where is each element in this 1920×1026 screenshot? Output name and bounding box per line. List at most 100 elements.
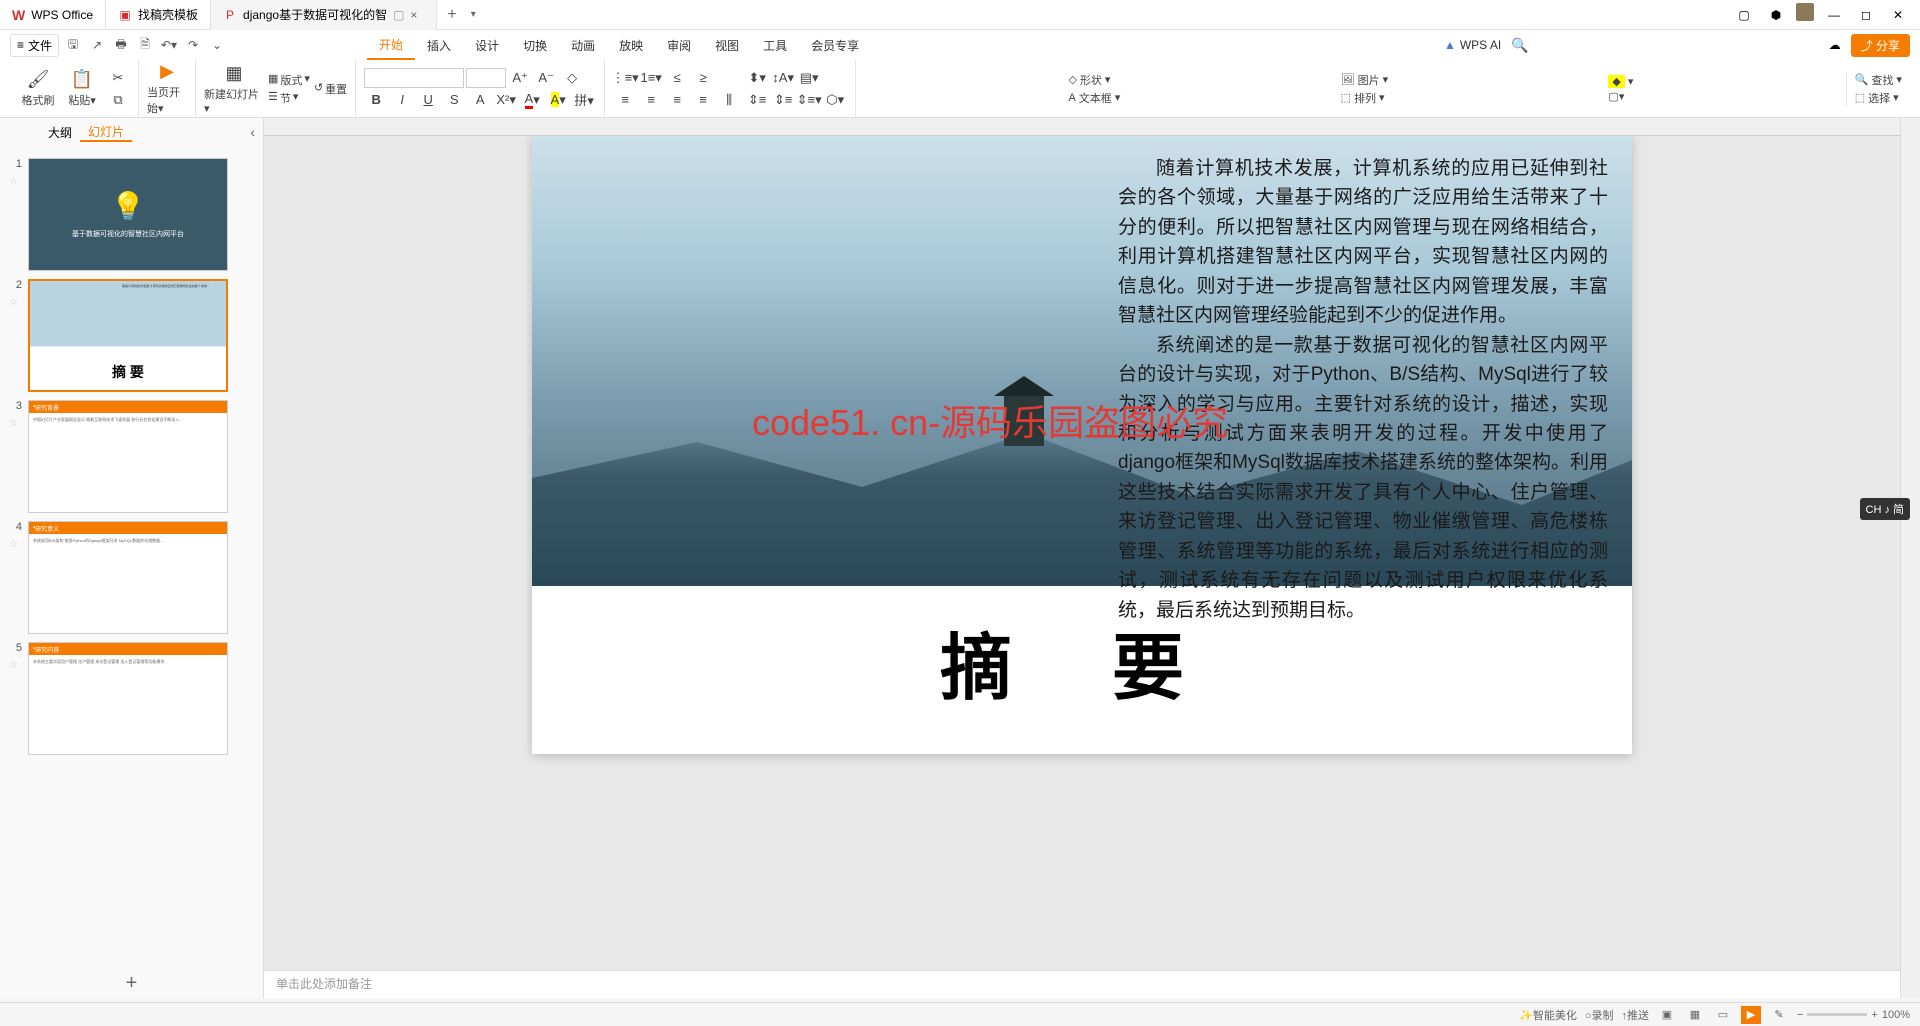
outline-button[interactable]: ▢▾ <box>1608 90 1633 103</box>
decrease-font-button[interactable]: A⁻ <box>534 68 558 88</box>
tab-design[interactable]: 设计 <box>463 30 511 60</box>
notes-area[interactable]: 单击此处添加备注 <box>264 970 1900 998</box>
new-slide-button[interactable]: ▦ 新建幻灯片▾ <box>204 63 264 115</box>
box-icon[interactable]: ▢ <box>1732 3 1756 27</box>
select-button[interactable]: ⬚选择▾ <box>1855 90 1902 106</box>
search-icon[interactable]: 🔍 <box>1511 37 1528 54</box>
tab-insert[interactable]: 插入 <box>415 30 463 60</box>
thumbnail-row[interactable]: 2 ☆ 随着计算机技术发展 计算机系统的应用已延伸到社会的各个领域... 摘 要 <box>0 275 263 396</box>
bullets-button[interactable]: ⋮≡▾ <box>613 68 637 88</box>
smartart-button[interactable]: ⬡▾ <box>823 90 847 110</box>
close-icon[interactable]: × <box>410 8 424 22</box>
tab-view[interactable]: 视图 <box>703 30 751 60</box>
tab-start[interactable]: 开始 <box>367 30 415 60</box>
align-right-button[interactable]: ≡ <box>665 90 689 110</box>
slide-title[interactable]: 摘 要 <box>532 609 1632 714</box>
tab-wps-office[interactable]: W WPS Office <box>0 0 106 30</box>
zoom-out-button[interactable]: − <box>1797 1009 1803 1021</box>
tab-django-doc[interactable]: P django基于数据可视化的智 ▢ × <box>211 0 437 30</box>
print-icon[interactable]: 🖶 <box>111 35 131 55</box>
align-text-button[interactable]: ↕A▾ <box>771 68 795 88</box>
tab-dropdown-icon[interactable]: ▾ <box>467 9 476 20</box>
beautify-button[interactable]: ✨智能美化 <box>1519 1007 1577 1023</box>
collapse-icon[interactable]: ‹ <box>250 124 255 140</box>
justify-button[interactable]: ≡ <box>691 90 715 110</box>
outline-tab[interactable]: 大纲 <box>40 124 80 141</box>
save-icon[interactable]: 🖫 <box>63 35 83 55</box>
view-reading-button[interactable]: ▭ <box>1713 1006 1733 1024</box>
textbox-button[interactable]: A文本框▾ <box>1068 90 1120 106</box>
italic-button[interactable]: I <box>390 90 414 110</box>
undo-button[interactable]: ↶▾ <box>159 35 179 55</box>
slide-body-text[interactable]: 随着计算机技术发展，计算机系统的应用已延伸到社会的各个领域，大量基于网络的广泛应… <box>1118 154 1608 625</box>
thumbnail-row[interactable]: 3 ☆ ▪ 研究背景 中国幻灯片产业发展报告显示 随着互联网技术飞速发展 各行业… <box>0 396 263 517</box>
tab-transition[interactable]: 切换 <box>511 30 559 60</box>
wps-ai-button[interactable]: ▲ WPS AI <box>1444 38 1501 52</box>
thumbnail-5[interactable]: ▪ 研究内容 本系统主要实现用户管理 住户管理 来访登记管理 出入登记管理等功能… <box>28 642 228 755</box>
maximize-button[interactable]: ◻ <box>1854 3 1878 27</box>
cloud-icon[interactable]: ☁ <box>1829 38 1841 52</box>
right-scrollbar-area[interactable] <box>1900 118 1920 998</box>
arrange-button[interactable]: ⬚排列▾ <box>1341 90 1389 106</box>
star-icon[interactable]: ☆ <box>9 297 21 308</box>
text-direction-button[interactable]: ⬍▾ <box>745 68 769 88</box>
minimize-button[interactable]: — <box>1822 3 1846 27</box>
tab-tools[interactable]: 工具 <box>751 30 799 60</box>
reset-button[interactable]: ↺重置 <box>314 81 347 97</box>
fill-button[interactable]: ◆▾ <box>1608 75 1633 88</box>
line-spacing-button[interactable]: ⇕≡ <box>745 90 769 110</box>
decrease-indent-button[interactable]: ≤ <box>665 68 689 88</box>
find-button[interactable]: 🔍查找▾ <box>1855 72 1902 88</box>
preview-icon[interactable]: 🗎 <box>135 35 155 55</box>
export-icon[interactable]: ↗ <box>87 35 107 55</box>
file-menu[interactable]: ≡ 文件 <box>10 34 59 57</box>
size-select[interactable] <box>466 68 506 88</box>
font-color-button[interactable]: A▾ <box>520 90 544 110</box>
zoom-value[interactable]: 100% <box>1882 1009 1910 1021</box>
cut-button[interactable]: ✂ <box>106 68 130 88</box>
canvas-wrap[interactable]: 随着计算机技术发展，计算机系统的应用已延伸到社会的各个领域，大量基于网络的广泛应… <box>264 136 1900 970</box>
thumbnail-1[interactable]: 💡 基于数据可视化的智慧社区内网平台 <box>28 158 228 271</box>
star-icon[interactable]: ☆ <box>9 418 21 429</box>
share-button[interactable]: ⤴ 分享 <box>1851 34 1910 57</box>
tab-member[interactable]: 会员专享 <box>799 30 871 60</box>
redo-button[interactable]: ↷ <box>183 35 203 55</box>
thumbnail-2[interactable]: 随着计算机技术发展 计算机系统的应用已延伸到社会的各个领域... 摘 要 <box>28 279 228 392</box>
slide-canvas[interactable]: 随着计算机技术发展，计算机系统的应用已延伸到社会的各个领域，大量基于网络的广泛应… <box>532 136 1632 754</box>
layout-button[interactable]: ▦版式▾ <box>268 72 310 88</box>
star-icon[interactable]: ☆ <box>9 539 21 550</box>
format-painter-button[interactable]: 🖌 格式刷 <box>18 69 58 108</box>
view-slideshow-button[interactable]: ▶ <box>1741 1006 1761 1024</box>
avatar-icon[interactable] <box>1796 3 1814 21</box>
underline-button[interactable]: U <box>416 90 440 110</box>
qat-dropdown-icon[interactable]: ⌄ <box>207 35 227 55</box>
thumbnail-row[interactable]: 4 ☆ ▪ 研究意义 系统采用B/S架构 使用Python的Django框架开发… <box>0 517 263 638</box>
align-center-button[interactable]: ≡ <box>639 90 663 110</box>
thumbnail-3[interactable]: ▪ 研究背景 中国幻灯片产业发展报告显示 随着互联网技术飞速发展 各行业信息化建… <box>28 400 228 513</box>
clear-format-button[interactable]: ◇ <box>560 68 584 88</box>
thumbnail-4[interactable]: ▪ 研究意义 系统采用B/S架构 使用Python的Django框架开发 MyS… <box>28 521 228 634</box>
distribute-button[interactable]: ⫼ <box>717 90 741 110</box>
columns-button[interactable]: ▤▾ <box>797 68 821 88</box>
align-left-button[interactable]: ≡ <box>613 90 637 110</box>
tab-review[interactable]: 审阅 <box>655 30 703 60</box>
tab-slideshow[interactable]: 放映 <box>607 30 655 60</box>
superscript-button[interactable]: X²▾ <box>494 90 518 110</box>
font-select[interactable] <box>364 68 464 88</box>
thumbnail-row[interactable]: 5 ☆ ▪ 研究内容 本系统主要实现用户管理 住户管理 来访登记管理 出入登记管… <box>0 638 263 759</box>
add-tab-button[interactable]: + <box>437 6 466 24</box>
zoom-in-button[interactable]: + <box>1871 1009 1877 1021</box>
close-button[interactable]: ✕ <box>1886 3 1910 27</box>
bold-button[interactable]: B <box>364 90 388 110</box>
paste-button[interactable]: 📋 粘贴▾ <box>62 69 102 108</box>
numbering-button[interactable]: 1≡▾ <box>639 68 663 88</box>
phonetic-button[interactable]: 拼▾ <box>572 90 596 110</box>
play-button[interactable]: ▶ 当页开始▾ <box>147 61 187 116</box>
shape-button[interactable]: ◇形状▾ <box>1068 72 1120 88</box>
slides-tab[interactable]: 幻灯片 <box>80 123 132 142</box>
view-sorter-button[interactable]: ▦ <box>1685 1006 1705 1024</box>
increase-font-button[interactable]: A⁺ <box>508 68 532 88</box>
para-spacing-button[interactable]: ⇕≡ <box>771 90 795 110</box>
increase-indent-button[interactable]: ≥ <box>691 68 715 88</box>
strikethrough-button[interactable]: S <box>442 90 466 110</box>
